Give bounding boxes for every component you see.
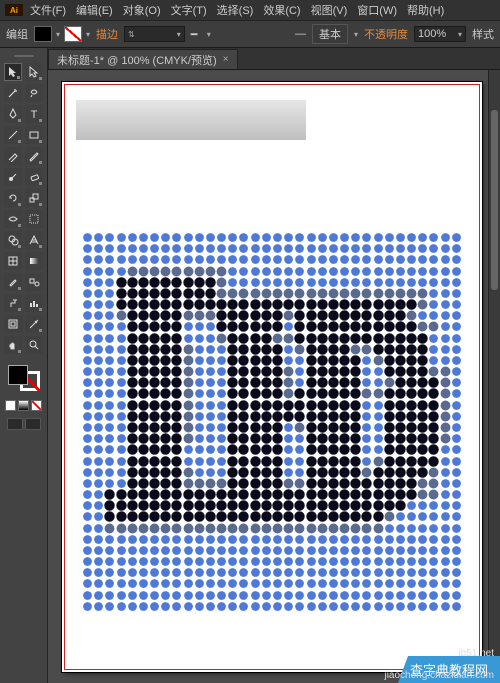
close-tab-icon[interactable]: × (223, 54, 229, 65)
canvas-viewport[interactable] (48, 70, 500, 683)
blob-brush-tool[interactable] (4, 168, 22, 186)
document-area: 未标题-1* @ 100% (CMYK/预览) × (48, 48, 500, 683)
stroke-swatch[interactable] (64, 26, 82, 42)
brush-definition-icon[interactable]: ━ (191, 28, 201, 41)
magic-wand-tool[interactable] (4, 84, 22, 102)
menu-edit[interactable]: 编辑(E) (72, 0, 117, 20)
stroke-weight-field[interactable] (137, 28, 175, 40)
pencil-tool[interactable] (25, 147, 43, 165)
fill-swatch[interactable] (34, 26, 52, 42)
line-segment-tool[interactable] (4, 126, 22, 144)
opacity-link-label[interactable]: 不透明度 (364, 26, 408, 42)
eyedropper-tool[interactable] (4, 273, 22, 291)
blend-tool[interactable] (25, 273, 43, 291)
stroke-weight-input[interactable]: ⇅ ▾ (124, 26, 185, 42)
width-tool[interactable] (4, 210, 22, 228)
zoom-tool[interactable] (25, 336, 43, 354)
graphic-style-button[interactable]: 基本 (312, 24, 348, 44)
scrollbar-thumb[interactable] (491, 110, 498, 290)
column-graph-tool[interactable] (25, 294, 43, 312)
slice-tool[interactable] (25, 315, 43, 333)
color-mode-gradient[interactable] (18, 400, 29, 411)
dropdown-icon[interactable]: ▾ (177, 30, 181, 39)
document-tab[interactable]: 未标题-1* @ 100% (CMYK/预览) × (48, 49, 238, 69)
paintbrush-tool[interactable] (4, 147, 22, 165)
menu-type[interactable]: 文字(T) (167, 0, 211, 20)
artboard[interactable] (62, 82, 482, 672)
menu-window[interactable]: 窗口(W) (353, 0, 401, 20)
menu-file[interactable]: 文件(F) (26, 0, 70, 20)
rotate-tool[interactable] (4, 189, 22, 207)
toolbox-handle[interactable] (7, 52, 41, 60)
control-bar: 编组 ▾ ▾ 描边 ⇅ ▾ ━ ▾ — 基本 ▾ 不透明度 ▾ 样式 (0, 20, 500, 48)
brush-dropdown-icon[interactable]: ▾ (207, 30, 211, 39)
watermark-sub: jiaocheng.chazidian.com (384, 670, 494, 681)
menubar: Ai 文件(F) 编辑(E) 对象(O) 文字(T) 选择(S) 效果(C) 视… (0, 0, 500, 20)
watermark: jb51.net 查字典教程网 jiaocheng.chazidian.com (398, 654, 500, 683)
menu-object[interactable]: 对象(O) (119, 0, 165, 20)
svg-text:T: T (31, 109, 38, 120)
toolbox: T (0, 48, 48, 683)
svg-text:Ai: Ai (10, 6, 18, 15)
color-mode-solid[interactable] (5, 400, 16, 411)
stepper-icon[interactable]: ⇅ (128, 30, 135, 39)
document-tab-title: 未标题-1* @ 100% (CMYK/预览) (57, 52, 217, 68)
vertical-scrollbar[interactable] (488, 70, 500, 671)
shape-builder-tool[interactable] (4, 231, 22, 249)
free-transform-tool[interactable] (25, 210, 43, 228)
lasso-tool[interactable] (25, 84, 43, 102)
opacity-field[interactable] (418, 28, 456, 40)
screen-mode-row (7, 418, 41, 430)
gradient-tool[interactable] (25, 252, 43, 270)
mesh-tool[interactable] (4, 252, 22, 270)
app-window: Ai 文件(F) 编辑(E) 对象(O) 文字(T) 选择(S) 效果(C) 视… (0, 0, 500, 683)
eraser-tool[interactable] (25, 168, 43, 186)
document-tab-bar: 未标题-1* @ 100% (CMYK/预览) × (48, 48, 500, 70)
color-mode-none[interactable] (31, 400, 42, 411)
blurred-placeholder (76, 100, 306, 140)
led-dot-artwork[interactable] (82, 232, 462, 612)
app-logo-icon: Ai (4, 3, 24, 17)
scale-tool[interactable] (25, 189, 43, 207)
type-tool[interactable]: T (25, 105, 43, 123)
opacity-input[interactable]: ▾ (414, 26, 466, 42)
menu-view[interactable]: 视图(V) (307, 0, 352, 20)
menu-help[interactable]: 帮助(H) (403, 0, 448, 20)
symbol-sprayer-tool[interactable] (4, 294, 22, 312)
menu-select[interactable]: 选择(S) (213, 0, 258, 20)
screen-mode-normal[interactable] (7, 418, 23, 430)
style-dropdown-icon[interactable]: ▾ (354, 30, 358, 39)
fill-stroke-indicator[interactable] (6, 363, 42, 393)
pen-tool[interactable] (4, 105, 22, 123)
rectangle-tool[interactable] (25, 126, 43, 144)
fill-color-box[interactable] (8, 365, 28, 385)
style-label: 样式 (472, 26, 494, 42)
color-mode-row (5, 400, 42, 411)
stroke-dropdown-icon[interactable]: ▾ (86, 30, 90, 39)
direct-selection-tool[interactable] (25, 63, 43, 81)
artboard-tool[interactable] (4, 315, 22, 333)
fill-stroke-swatches: ▾ ▾ (34, 26, 90, 42)
main-area: T (0, 48, 500, 683)
selection-mode-label: 编组 (6, 26, 28, 42)
screen-mode-full[interactable] (25, 418, 41, 430)
perspective-grid-tool[interactable] (25, 231, 43, 249)
fill-dropdown-icon[interactable]: ▾ (56, 30, 60, 39)
hand-tool[interactable] (4, 336, 22, 354)
menu-effect[interactable]: 效果(C) (259, 0, 304, 20)
selection-tool[interactable] (4, 63, 22, 81)
dropdown-icon[interactable]: ▾ (458, 30, 462, 39)
stroke-link-label[interactable]: 描边 (96, 26, 118, 42)
